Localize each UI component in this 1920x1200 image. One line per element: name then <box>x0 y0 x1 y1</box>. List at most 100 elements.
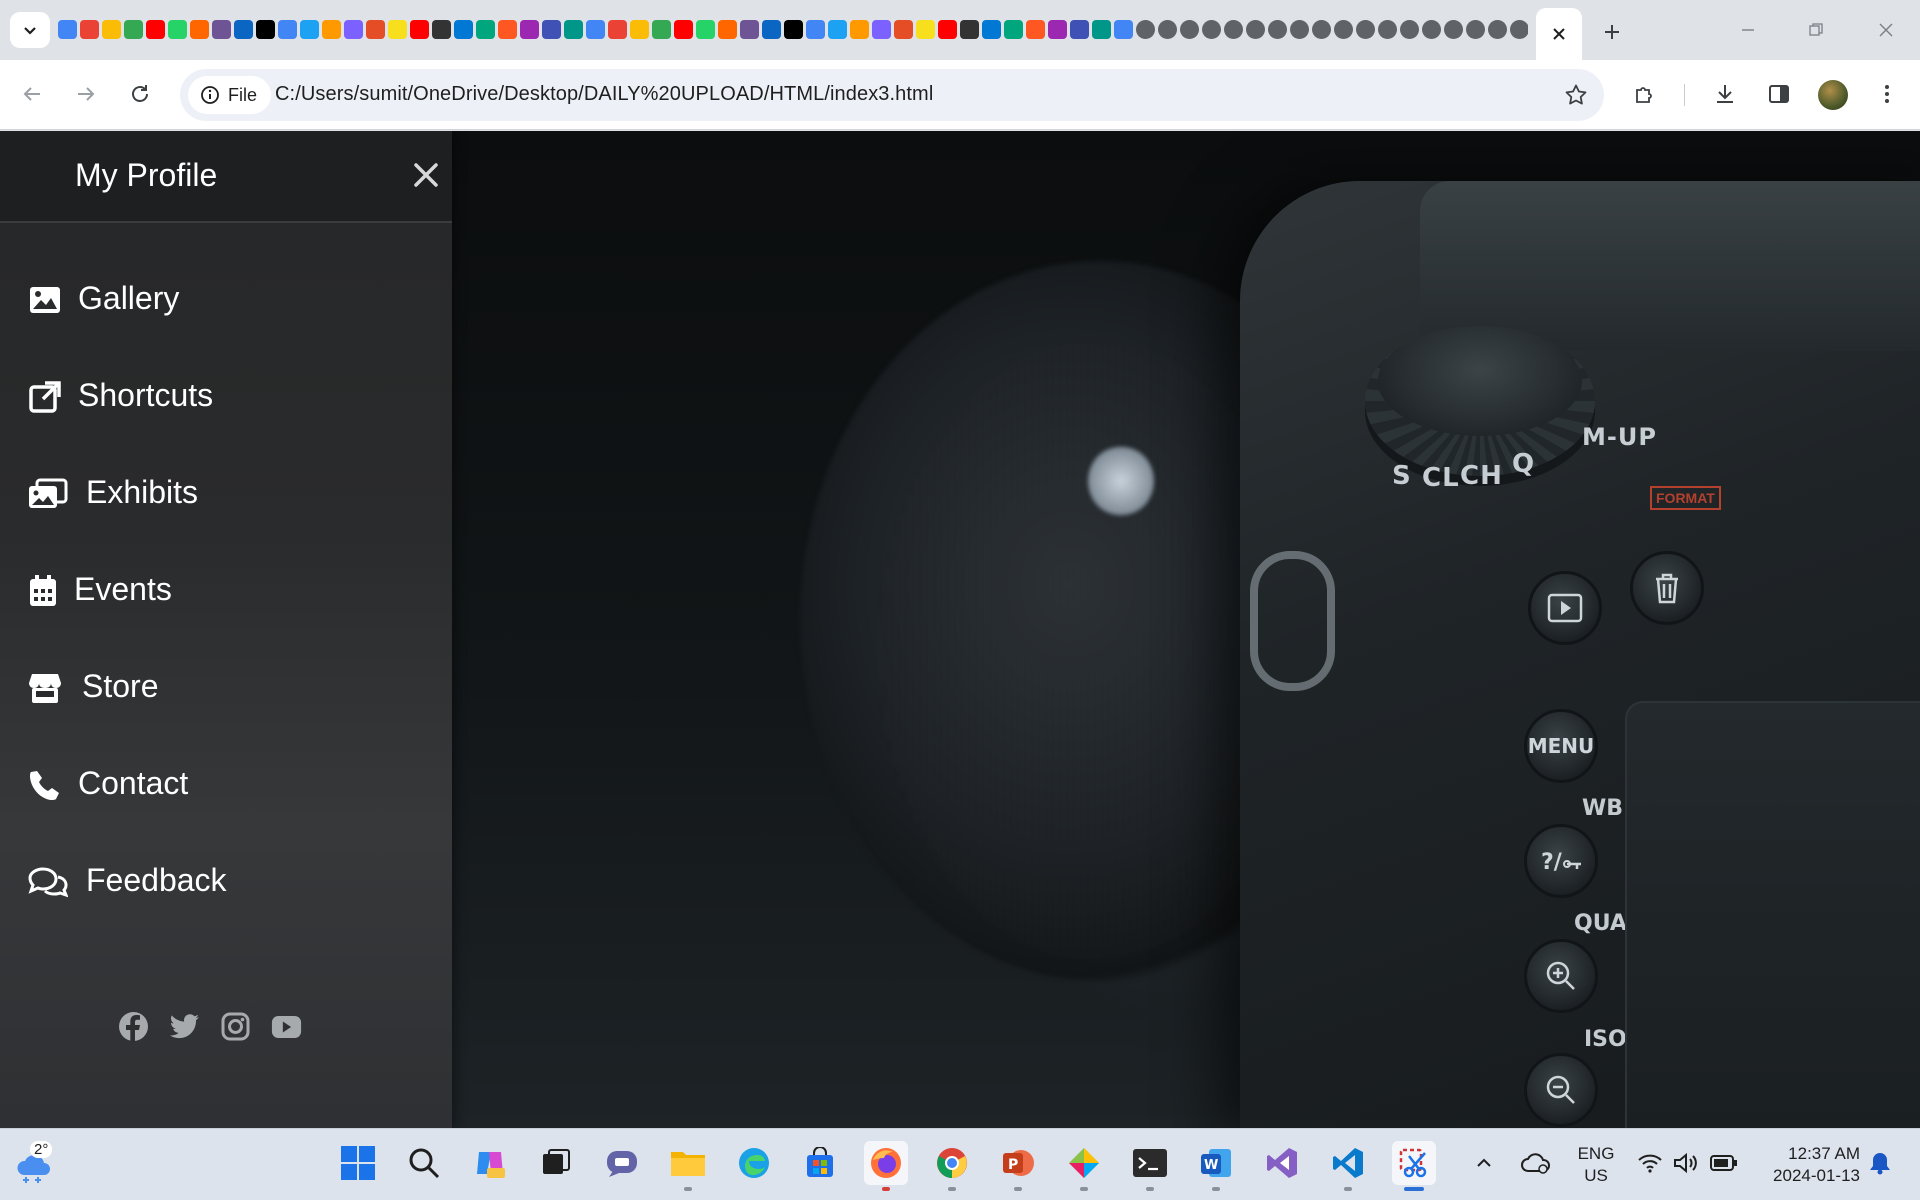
tab-favicon[interactable] <box>1004 20 1023 39</box>
taskbar-firefox[interactable] <box>864 1141 908 1191</box>
tab-favicon[interactable] <box>476 20 495 39</box>
tab-favicon[interactable] <box>146 20 165 39</box>
tab-favicon[interactable] <box>454 20 473 39</box>
show-hidden-icons-button[interactable] <box>1468 1141 1500 1185</box>
tab-search-button[interactable] <box>10 12 50 48</box>
tab-favicon[interactable] <box>784 20 803 39</box>
window-close-button[interactable] <box>1866 12 1906 48</box>
taskbar-edge[interactable] <box>732 1141 776 1185</box>
tab-favicon[interactable] <box>58 20 77 39</box>
taskbar-terminal[interactable] <box>1128 1141 1172 1191</box>
tab-favicon[interactable] <box>762 20 781 39</box>
downloads-button[interactable] <box>1708 77 1742 111</box>
tab-favicon[interactable] <box>1092 20 1111 39</box>
sidebar-item-exhibits[interactable]: Exhibits <box>0 459 452 529</box>
tab-favicon[interactable] <box>256 20 275 39</box>
close-icon[interactable] <box>1551 26 1567 42</box>
browser-menu-button[interactable] <box>1870 77 1904 111</box>
taskbar-vscode[interactable] <box>1326 1141 1370 1191</box>
tab-favicon[interactable] <box>344 20 363 39</box>
side-panel-button[interactable] <box>1762 77 1796 111</box>
facebook-icon[interactable] <box>118 1011 149 1042</box>
reload-button[interactable] <box>122 76 158 112</box>
bookmark-button[interactable] <box>1562 81 1590 109</box>
taskbar-teams[interactable] <box>600 1141 644 1185</box>
new-tab-button[interactable] <box>1596 16 1628 48</box>
address-bar[interactable]: File C:/Users/sumit/OneDrive/Desktop/DAI… <box>180 69 1604 121</box>
tab-favicon[interactable] <box>894 20 913 39</box>
tab-favicon[interactable] <box>982 20 1001 39</box>
tab-favicon[interactable] <box>102 20 121 39</box>
tab-favicon[interactable] <box>674 20 693 39</box>
tab-favicon[interactable] <box>432 20 451 39</box>
tab-favicon[interactable] <box>1510 20 1528 39</box>
tab-favicon[interactable] <box>1356 20 1375 39</box>
extensions-button[interactable] <box>1628 77 1662 111</box>
taskbar-powerpoint[interactable]: P <box>996 1141 1040 1191</box>
tab-favicon[interactable] <box>718 20 737 39</box>
tab-favicon[interactable] <box>80 20 99 39</box>
sidebar-item-events[interactable]: Events <box>0 556 452 626</box>
tab-favicon[interactable] <box>1202 20 1221 39</box>
tab-favicon[interactable] <box>850 20 869 39</box>
tab-favicon[interactable] <box>1246 20 1265 39</box>
volume-status[interactable] <box>1668 1141 1704 1185</box>
tab-favicon[interactable] <box>630 20 649 39</box>
tab-favicon[interactable] <box>564 20 583 39</box>
url-text[interactable]: C:/Users/sumit/OneDrive/Desktop/DAILY%20… <box>275 83 933 106</box>
pinned-tabs[interactable] <box>58 20 1528 42</box>
profile-avatar[interactable] <box>1818 80 1848 110</box>
sidebar-item-gallery[interactable]: Gallery <box>0 265 452 335</box>
tab-favicon[interactable] <box>1334 20 1353 39</box>
tab-favicon[interactable] <box>1136 20 1155 39</box>
tab-favicon[interactable] <box>652 20 671 39</box>
tab-favicon[interactable] <box>542 20 561 39</box>
language-indicator[interactable]: ENG US <box>1576 1143 1616 1187</box>
sidebar-item-feedback[interactable]: Feedback <box>0 847 452 917</box>
sidebar-item-shortcuts[interactable]: Shortcuts <box>0 362 452 432</box>
taskbar-task-view[interactable] <box>534 1141 578 1185</box>
sidebar-item-store[interactable]: Store <box>0 653 452 723</box>
tab-favicon[interactable] <box>1312 20 1331 39</box>
tab-favicon[interactable] <box>938 20 957 39</box>
start-button[interactable] <box>336 1141 380 1185</box>
tab-favicon[interactable] <box>740 20 759 39</box>
wifi-status[interactable] <box>1632 1141 1668 1185</box>
tab-favicon[interactable] <box>828 20 847 39</box>
clock[interactable]: 12:37 AM 2024-01-13 <box>1760 1143 1860 1187</box>
tab-favicon[interactable] <box>1070 20 1089 39</box>
tab-favicon[interactable] <box>366 20 385 39</box>
tab-favicon[interactable] <box>1114 20 1133 39</box>
tab-favicon[interactable] <box>1180 20 1199 39</box>
back-button[interactable] <box>14 76 50 112</box>
taskbar-chrome[interactable] <box>930 1141 974 1191</box>
twitter-icon[interactable] <box>169 1011 200 1042</box>
tab-favicon[interactable] <box>1026 20 1045 39</box>
tab-favicon[interactable] <box>1378 20 1397 39</box>
tab-favicon[interactable] <box>168 20 187 39</box>
taskbar-visual-studio[interactable] <box>1260 1141 1304 1185</box>
tab-favicon[interactable] <box>498 20 517 39</box>
taskbar-snipping-tool[interactable] <box>1392 1141 1436 1191</box>
notifications-button[interactable] <box>1864 1141 1896 1185</box>
tab-favicon[interactable] <box>410 20 429 39</box>
tab-favicon[interactable] <box>278 20 297 39</box>
tab-favicon[interactable] <box>1400 20 1419 39</box>
forward-button[interactable] <box>68 76 104 112</box>
taskbar-file-explorer[interactable] <box>666 1141 710 1191</box>
tab-favicon[interactable] <box>806 20 825 39</box>
tab-favicon[interactable] <box>190 20 209 39</box>
tab-favicon[interactable] <box>234 20 253 39</box>
tab-favicon[interactable] <box>916 20 935 39</box>
tab-favicon[interactable] <box>960 20 979 39</box>
site-info-chip[interactable]: File <box>188 76 272 114</box>
tab-favicon[interactable] <box>388 20 407 39</box>
instagram-icon[interactable] <box>220 1011 251 1042</box>
tab-favicon[interactable] <box>300 20 319 39</box>
tab-favicon[interactable] <box>1268 20 1287 39</box>
tab-favicon[interactable] <box>1444 20 1463 39</box>
tab-favicon[interactable] <box>1224 20 1243 39</box>
tab-favicon[interactable] <box>872 20 891 39</box>
tab-favicon[interactable] <box>1466 20 1485 39</box>
onedrive-tray[interactable] <box>1516 1141 1556 1185</box>
